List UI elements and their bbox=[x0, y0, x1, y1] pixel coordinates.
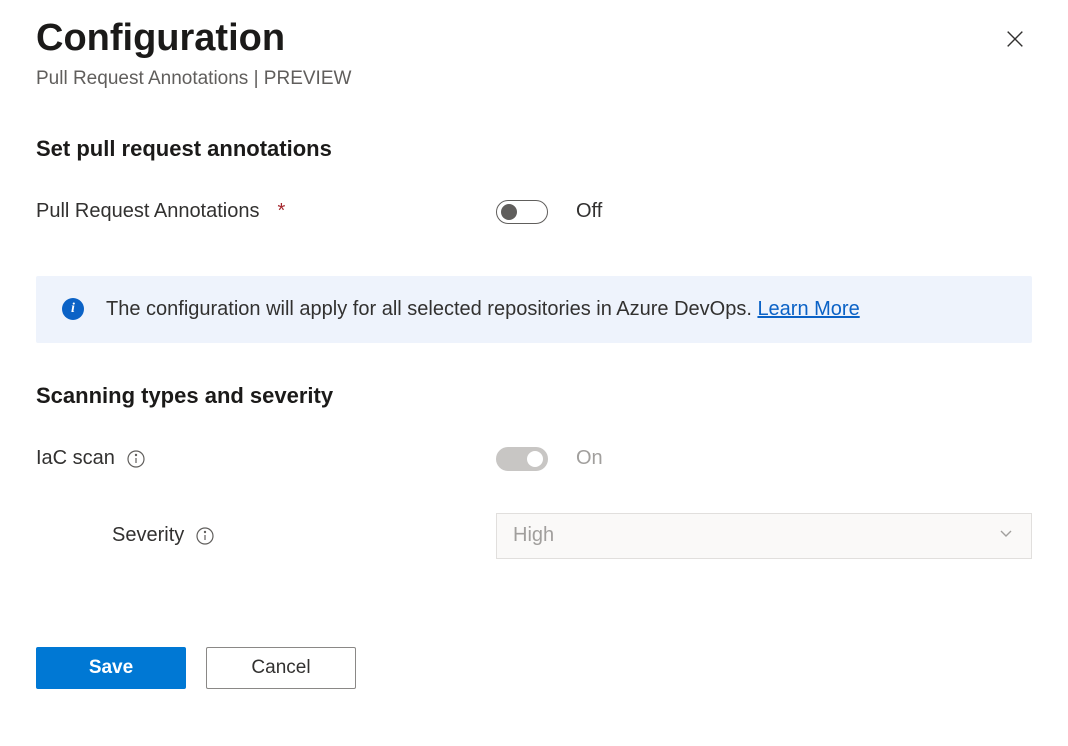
info-banner-text: The configuration will apply for all sel… bbox=[106, 298, 757, 320]
severity-value: High bbox=[513, 524, 554, 547]
page-title: Configuration bbox=[36, 16, 351, 62]
iac-scan-label: IaC scan bbox=[36, 447, 496, 470]
iac-scan-toggle[interactable] bbox=[496, 447, 548, 471]
section-heading-scanning: Scanning types and severity bbox=[36, 383, 1032, 409]
pr-annotations-state: Off bbox=[576, 200, 1032, 223]
info-icon: i bbox=[62, 298, 84, 320]
info-banner: i The configuration will apply for all s… bbox=[36, 276, 1032, 343]
pr-annotations-toggle[interactable] bbox=[496, 200, 548, 224]
save-button[interactable]: Save bbox=[36, 647, 186, 689]
field-pr-annotations: Pull Request Annotations* Off bbox=[36, 192, 1032, 232]
required-asterisk: * bbox=[278, 200, 286, 223]
footer-actions: Save Cancel bbox=[36, 647, 1032, 689]
iac-scan-state: On bbox=[576, 447, 1032, 470]
pr-annotations-label: Pull Request Annotations* bbox=[36, 200, 496, 223]
field-iac-scan: IaC scan On bbox=[36, 439, 1032, 479]
learn-more-link[interactable]: Learn More bbox=[757, 298, 859, 320]
info-icon[interactable] bbox=[196, 527, 214, 545]
chevron-down-icon bbox=[997, 524, 1015, 548]
field-severity: Severity High bbox=[36, 513, 1032, 559]
close-button[interactable] bbox=[998, 22, 1032, 59]
severity-label: Severity bbox=[36, 524, 496, 547]
info-icon[interactable] bbox=[127, 450, 145, 468]
toggle-knob bbox=[527, 451, 543, 467]
severity-dropdown[interactable]: High bbox=[496, 513, 1032, 559]
section-heading-annotations: Set pull request annotations bbox=[36, 136, 1032, 162]
toggle-knob bbox=[501, 204, 517, 220]
page-subtitle: Pull Request Annotations | PREVIEW bbox=[36, 68, 351, 90]
close-icon bbox=[1004, 38, 1026, 53]
cancel-button[interactable]: Cancel bbox=[206, 647, 356, 689]
